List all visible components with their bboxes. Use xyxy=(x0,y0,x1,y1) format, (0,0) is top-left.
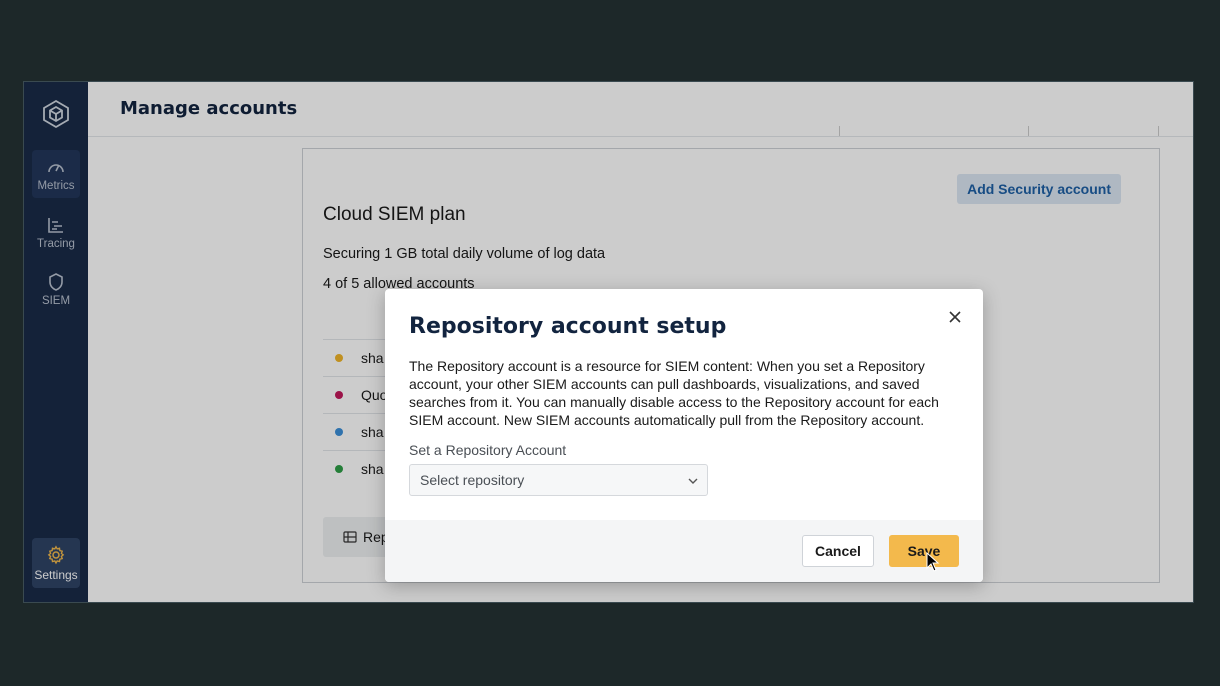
close-button[interactable] xyxy=(945,307,965,327)
repository-select[interactable]: Select repository xyxy=(409,464,708,496)
dialog-description: The Repository account is a resource for… xyxy=(409,358,939,428)
dialog-footer: Cancel Save xyxy=(385,520,983,582)
chevron-down-icon xyxy=(688,478,698,484)
cancel-button[interactable]: Cancel xyxy=(802,535,874,567)
repository-setup-dialog: Repository account setup The Repository … xyxy=(385,289,983,582)
save-button[interactable]: Save xyxy=(889,535,959,567)
repository-field-label: Set a Repository Account xyxy=(409,442,567,458)
mouse-cursor-icon xyxy=(926,552,940,572)
dialog-title: Repository account setup xyxy=(409,314,727,339)
select-placeholder: Select repository xyxy=(420,472,525,488)
close-icon xyxy=(949,311,961,323)
